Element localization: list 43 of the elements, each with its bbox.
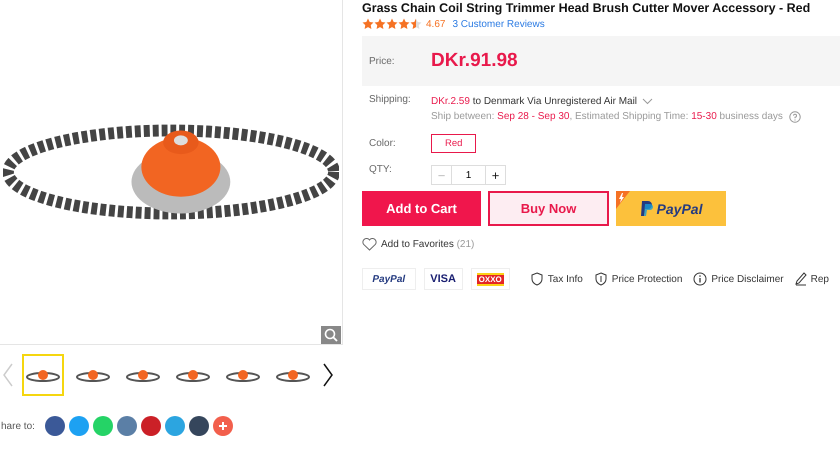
oxxo-payment-logo: OXXO [470,268,510,290]
buy-now-button[interactable]: Buy Now [488,191,609,226]
share-label: hare to: [1,420,35,432]
qty-label: QTY: [368,164,393,174]
thumbnail[interactable] [22,354,64,396]
rating-value: 4.67 [426,18,446,30]
pen-info-link[interactable]: Rep [810,274,829,284]
product-title: Grass Chain Coil String Trimmer Head Brush Cutter Mover Accessory - Red [362,1,812,15]
add-to-favorites-link[interactable]: Add to Favorites (21) [381,239,474,250]
twitter-share-button[interactable] [68,416,89,436]
info-icon [693,272,708,286]
quantity-field[interactable]: 1 [452,165,485,185]
shipping-method[interactable]: DKr.2.59 to Denmark Via Unregistered Air Mail [431,94,638,109]
color-option[interactable]: Red [431,134,476,153]
chevron-down-icon[interactable] [642,98,654,105]
shield-icon [594,272,608,286]
color-label: Color: [368,138,397,149]
visa-payment-logo: VISA [424,268,463,290]
tax-badge-icon [530,272,544,286]
pen-icon [794,272,807,286]
tumblr-share-button[interactable] [188,416,209,436]
search-icon [324,328,338,342]
price-value: DKr.91.98 [431,50,518,72]
paypal-button[interactable]: PayPal [616,191,726,226]
pinterest-share-button[interactable] [140,416,161,436]
add-to-cart-button[interactable]: Add to Cart [362,191,481,226]
price-label: Price: [368,56,396,66]
reviews-link[interactable]: 3 Customer Reviews [452,18,545,30]
vk-share-button[interactable] [116,416,137,436]
shipping-label: Shipping: [368,94,412,105]
zoom-button[interactable] [321,326,341,344]
plus-icon [218,421,228,431]
lightning-icon [616,191,630,209]
increase-button[interactable]: + [485,165,506,185]
heart-icon[interactable] [362,238,377,251]
shipping-estimate: Ship between: Sep 28 - Sep 30, Estimated Shipping Time: 15-30 business days [431,110,783,124]
help-icon[interactable] [788,110,801,122]
info-info-link[interactable]: Price Disclaimer [711,274,784,284]
tax-info-link[interactable]: Tax Info [548,274,583,284]
shield-info-link[interactable]: Price Protection [612,274,682,284]
facebook-share-button[interactable] [44,416,65,436]
paypal-payment-logo: PayPal [362,268,416,290]
paypal-logo-icon [640,200,654,218]
